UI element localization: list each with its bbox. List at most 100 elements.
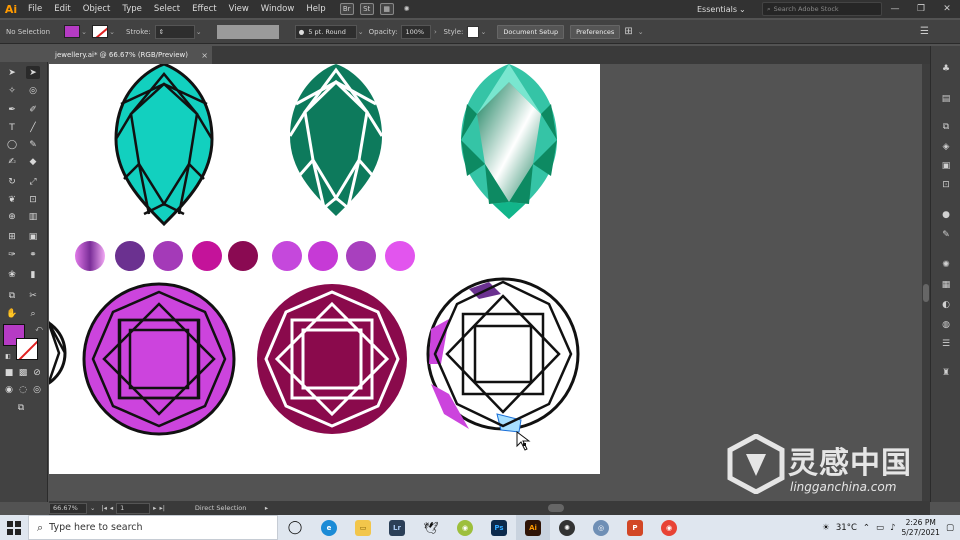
brush-definition[interactable]: ● 5 pt. Round	[294, 24, 357, 39]
symbol-sprayer-icon[interactable]: ❀	[5, 268, 19, 281]
scale-tool-icon[interactable]: ⤢	[26, 175, 40, 188]
lasso-icon[interactable]: ◎	[26, 84, 40, 97]
stroke-weight-stepper[interactable]: ⇕	[154, 24, 195, 39]
chevron-down-icon[interactable]: ⌄	[195, 28, 203, 36]
chevron-down-icon[interactable]: ⌄	[479, 28, 487, 36]
eraser-icon[interactable]: ◆	[26, 155, 40, 168]
chevron-down-icon[interactable]: ⌄	[80, 28, 88, 36]
eyedropper-icon[interactable]: ✑	[5, 248, 19, 261]
artboard-tool-icon[interactable]: ⧉	[5, 289, 19, 302]
clock[interactable]: 2:26 PM 5/27/2021	[902, 518, 940, 538]
panel-menu-icon[interactable]: ☰	[920, 26, 929, 37]
swatch-8[interactable]	[385, 241, 415, 271]
purple-round-gem[interactable]	[82, 282, 236, 436]
stock-search-input[interactable]: ⌕ Search Adobe Stock	[762, 2, 882, 16]
draw-normal-icon[interactable]: ◉	[2, 383, 16, 396]
libraries-icon[interactable]: ▣	[939, 159, 953, 172]
partial-round-gem[interactable]	[49, 314, 67, 389]
gpu-performance-icon[interactable]: ✺	[400, 3, 414, 15]
app-bird-icon[interactable]: 🕊	[414, 515, 448, 540]
fill-swatch[interactable]	[64, 25, 80, 38]
chevron-right-icon[interactable]: ›	[431, 28, 439, 36]
green-pear-gem[interactable]	[288, 64, 384, 216]
artboard-number[interactable]: 1	[116, 502, 151, 514]
current-tool-status[interactable]: Direct Selection	[195, 504, 265, 512]
perspective-grid-icon[interactable]: ▥	[26, 210, 40, 223]
shaper-tool-icon[interactable]: ✍	[5, 155, 19, 168]
opacity-label[interactable]: Opacity:	[369, 28, 398, 36]
direct-selection-tool-icon[interactable]: ➤	[26, 66, 40, 79]
chrome-dev-icon[interactable]: ◎	[584, 515, 618, 540]
next-artboard-icon[interactable]: ▸	[153, 504, 156, 512]
graphic-style-swatch[interactable]	[467, 25, 480, 38]
variable-width-profile[interactable]	[216, 24, 279, 39]
swatch-6[interactable]	[308, 241, 338, 271]
swatch-5[interactable]	[272, 241, 302, 271]
style-label[interactable]: Style:	[443, 28, 463, 36]
swatch-7[interactable]	[346, 241, 376, 271]
davinci-icon[interactable]: ✺	[550, 515, 584, 540]
asset-export-icon[interactable]: ⊡	[939, 178, 953, 191]
swatch-1[interactable]	[115, 241, 145, 271]
hand-tool-icon[interactable]: ✋	[5, 307, 19, 320]
menu-type[interactable]: Type	[116, 0, 148, 18]
edge-icon[interactable]: e	[312, 515, 346, 540]
first-artboard-icon[interactable]: |◂	[101, 504, 106, 512]
mesh-tool-icon[interactable]: ⊞	[5, 230, 19, 243]
notifications-icon[interactable]: ▢	[946, 523, 954, 533]
maroon-round-gem[interactable]	[257, 284, 407, 434]
last-artboard-icon[interactable]: ▸|	[159, 504, 164, 512]
selection-tool-icon[interactable]: ➤	[5, 66, 19, 79]
temperature[interactable]: 31°C	[836, 523, 857, 533]
pen-tool-icon[interactable]: ✒	[5, 103, 19, 116]
taskbar-search-input[interactable]: ⌕ Type here to search	[28, 515, 278, 540]
document-tab[interactable]: jewellery.ai* @ 66.67% (RGB/Preview) ×	[50, 46, 212, 64]
shape-builder-icon[interactable]: ⊕	[5, 210, 19, 223]
paintbrush-icon[interactable]: ✎	[26, 138, 40, 151]
club-icon[interactable]: ♣	[939, 62, 953, 75]
stock-icon[interactable]: St	[359, 3, 374, 15]
network-icon[interactable]: ▭	[876, 523, 884, 533]
bridge-icon[interactable]: Br	[339, 3, 354, 15]
inprogress-round-gem[interactable]	[426, 277, 580, 433]
brushes-icon[interactable]: ✎	[939, 228, 953, 241]
swatch-0[interactable]	[75, 241, 105, 271]
menu-view[interactable]: View	[223, 0, 255, 18]
horizontal-scroll-thumb[interactable]	[548, 504, 565, 512]
document-setup-button[interactable]: Document Setup	[497, 24, 565, 39]
properties-icon[interactable]: ▤	[939, 92, 953, 105]
gradient-mode-icon[interactable]: ▩	[16, 366, 30, 379]
swatch-2[interactable]	[153, 241, 183, 271]
status-arrow-icon[interactable]: ▸	[265, 504, 268, 512]
powerpoint-icon[interactable]: P	[618, 515, 652, 540]
start-button[interactable]	[0, 515, 28, 540]
swatch-3[interactable]	[192, 241, 222, 271]
curvature-tool-icon[interactable]: ✐	[26, 103, 40, 116]
chevron-down-icon[interactable]: ⌄	[637, 28, 645, 36]
shaded-pear-gem[interactable]	[461, 64, 557, 219]
prev-artboard-icon[interactable]: ◂	[110, 504, 113, 512]
puppet-warp-icon[interactable]: ♜	[939, 366, 953, 379]
screen-mode-icon[interactable]: ⧉	[14, 401, 28, 414]
arrange-documents-icon[interactable]: ▦	[379, 3, 394, 15]
teal-pear-gem[interactable]	[114, 64, 214, 227]
swatch-4[interactable]	[228, 241, 258, 271]
type-tool-icon[interactable]: T	[5, 121, 19, 134]
line-tool-icon[interactable]: ╱	[26, 121, 40, 134]
menu-object[interactable]: Object	[77, 0, 117, 18]
symbols-icon[interactable]: ✺	[939, 258, 953, 271]
swap-fill-stroke-icon[interactable]: ⤺	[32, 323, 46, 336]
blend-tool-icon[interactable]: ⚭	[26, 248, 40, 261]
chevron-down-icon[interactable]: ⌄	[90, 504, 95, 512]
align-panel-icon[interactable]: ☰	[939, 337, 953, 350]
ellipse-tool-icon[interactable]: ◯	[5, 138, 19, 151]
stroke-color-box[interactable]	[16, 338, 38, 360]
color-mode-icon[interactable]: ■	[2, 366, 16, 379]
chevron-up-icon[interactable]: ⌃	[863, 523, 870, 533]
close-tab-icon[interactable]: ×	[201, 51, 208, 60]
transparency-icon[interactable]: ◍	[939, 318, 953, 331]
illustrator-taskbar-icon[interactable]: Ai	[516, 515, 550, 540]
file-explorer-icon[interactable]: ▭	[346, 515, 380, 540]
opacity-input[interactable]: 100%	[401, 24, 432, 39]
slice-tool-icon[interactable]: ✂	[26, 289, 40, 302]
